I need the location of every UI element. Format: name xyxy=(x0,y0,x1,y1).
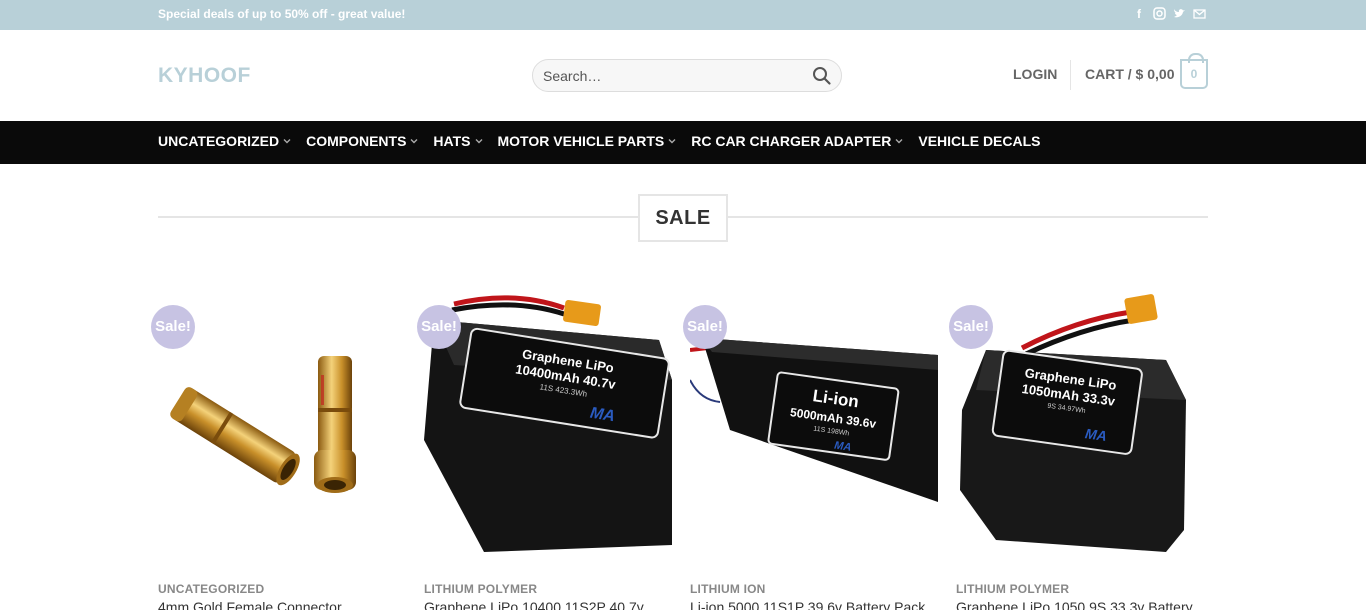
site-logo[interactable]: KYHOOF xyxy=(158,64,251,88)
site-header: KYHOOF LOGIN CART / $ 0,00 0 xyxy=(0,30,1366,121)
chevron-down-icon xyxy=(410,139,418,144)
main-nav: UNCATEGORIZED COMPONENTS HATS MOTOR VEHI… xyxy=(0,121,1366,164)
instagram-icon[interactable] xyxy=(1152,7,1166,21)
search-input[interactable] xyxy=(543,66,803,86)
chevron-down-icon xyxy=(475,139,482,144)
nav-item-label: COMPONENTS xyxy=(306,133,407,149)
nav-item-hats[interactable]: HATS xyxy=(433,133,483,149)
chevron-down-icon xyxy=(283,139,291,144)
product-category[interactable]: LITHIUM ION xyxy=(690,582,766,596)
section-title: SALE xyxy=(638,194,728,242)
nav-item-vehicle-decals[interactable]: VEHICLE DECALS xyxy=(918,133,1040,149)
chevron-down-icon xyxy=(668,139,676,144)
product-category[interactable]: UNCATEGORIZED xyxy=(158,582,264,596)
brand-logo: MA xyxy=(833,440,852,454)
product-image[interactable]: Li-ion 5000mAh 39.6v 11S 198Wh MA xyxy=(690,290,938,560)
product-image[interactable] xyxy=(158,290,406,560)
product-image[interactable]: Graphene LiPo 10400mAh 40.7v 11S 423.3Wh… xyxy=(424,290,672,560)
product-card[interactable]: Sale! Graphene LiPo 10400mAh 40.7v 11S 4… xyxy=(417,290,672,610)
sale-badge: Sale! xyxy=(683,305,727,349)
product-image[interactable]: Graphene LiPo 1050mAh 33.3v 9S 34.97Wh M… xyxy=(956,290,1204,560)
nav-item-components[interactable]: COMPONENTS xyxy=(306,133,419,149)
nav-item-label: RC CAR CHARGER ADAPTER xyxy=(691,133,892,149)
sale-badge: Sale! xyxy=(949,305,993,349)
login-link[interactable]: LOGIN xyxy=(1013,66,1057,82)
top-bar: Special deals of up to 50% off - great v… xyxy=(0,0,1366,30)
search-box xyxy=(532,59,842,92)
nav-item-rc-car-charger-adapter[interactable]: RC CAR CHARGER ADAPTER xyxy=(691,133,904,149)
social-links: f xyxy=(1132,7,1206,21)
product-card[interactable]: Sale! Graphene LiPo 1050mAh 33.3v 9S 34.… xyxy=(949,290,1204,610)
nav-item-label: UNCATEGORIZED xyxy=(158,133,280,149)
product-name[interactable]: Li-ion 5000 11S1P 39.6v Battery Pack xyxy=(690,599,925,610)
sale-badge: Sale! xyxy=(417,305,461,349)
nav-item-motor-vehicle-parts[interactable]: MOTOR VEHICLE PARTS xyxy=(498,133,678,149)
product-category[interactable]: LITHIUM POLYMER xyxy=(424,582,537,596)
cart-link[interactable]: CART / $ 0,00 xyxy=(1085,66,1174,82)
product-name[interactable]: Graphene LiPo 10400 11S2P 40.7v xyxy=(424,599,644,610)
nav-item-label: MOTOR VEHICLE PARTS xyxy=(497,133,665,149)
nav-item-label: VEHICLE DECALS xyxy=(918,133,1041,149)
nav-item-uncategorized[interactable]: UNCATEGORIZED xyxy=(158,133,292,149)
cart-count-badge[interactable]: 0 xyxy=(1180,53,1208,89)
facebook-icon[interactable]: f xyxy=(1132,7,1146,21)
product-category[interactable]: LITHIUM POLYMER xyxy=(956,582,1069,596)
promo-text: Special deals of up to 50% off - great v… xyxy=(158,7,406,21)
product-card[interactable]: Sale! Li-ion 5000mAh 39.6v 11S 198Wh MA … xyxy=(683,290,938,610)
product-name[interactable]: 4mm Gold Female Connector xyxy=(158,599,342,610)
chevron-down-icon xyxy=(895,139,903,144)
sale-badge: Sale! xyxy=(151,305,195,349)
header-divider xyxy=(1070,60,1071,90)
search-icon[interactable] xyxy=(812,66,832,86)
brand-logo: MA xyxy=(1084,425,1108,444)
product-card[interactable]: Sale! UNCATEGORIZED 4mm Gold Female Conn… xyxy=(151,290,406,610)
nav-item-label: HATS xyxy=(433,133,471,149)
twitter-icon[interactable] xyxy=(1172,7,1186,21)
email-icon[interactable] xyxy=(1192,7,1206,21)
product-name[interactable]: Graphene LiPo 1050 9S 33.3v Battery xyxy=(956,599,1193,610)
